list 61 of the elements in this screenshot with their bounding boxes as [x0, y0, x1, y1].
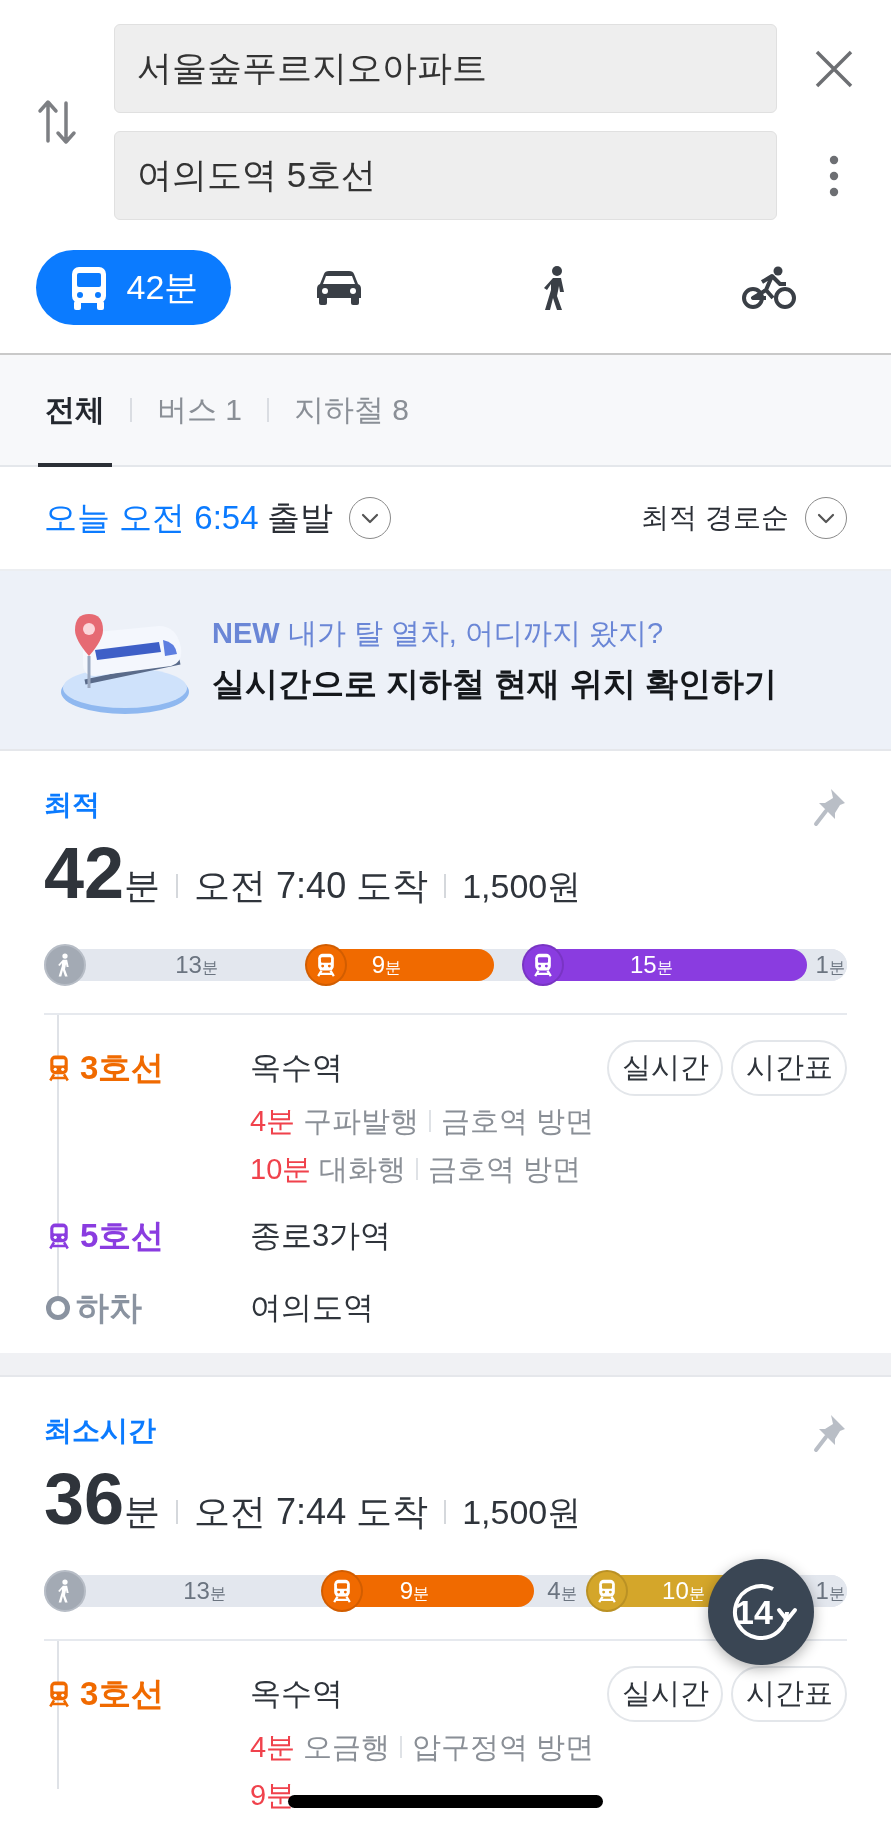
schedule-button[interactable]: 실시간: [607, 1666, 723, 1722]
train-direction: 금호역 방면: [428, 1152, 582, 1187]
arrival-time: 오전 7:40 도착: [194, 864, 429, 908]
sort-label[interactable]: 최적 경로순: [641, 497, 789, 539]
segment-duration: 9분: [371, 950, 402, 980]
schedule-button[interactable]: 시간표: [731, 1040, 847, 1096]
more-icon[interactable]: [829, 154, 839, 197]
walking-person-icon: [44, 1570, 86, 1612]
bus-mode-tab[interactable]: 42분: [36, 250, 231, 325]
train-destination: 구파발행: [303, 1104, 420, 1139]
alight-label: 하차: [76, 1288, 142, 1329]
segment-duration: 4분: [547, 1576, 577, 1606]
car-icon: [315, 269, 362, 306]
cyclist-icon: [742, 265, 797, 310]
route-duration: 42분: [44, 837, 161, 909]
train-destination: 대화행: [319, 1152, 407, 1187]
destination-field[interactable]: 여의도역 5호선: [114, 131, 777, 220]
arrival-countdown: 10분: [250, 1152, 312, 1187]
walking-person-icon: [542, 264, 566, 311]
walking-person-icon: [44, 944, 86, 986]
segment-duration: 9분: [399, 1576, 431, 1606]
fare: 1,500원: [462, 1492, 582, 1533]
banner-title: 실시간으로 지하철 현재 위치 확인하기: [212, 664, 777, 704]
close-icon[interactable]: [814, 48, 854, 89]
schedule-button[interactable]: 실시간: [607, 1040, 723, 1096]
segment-duration: 1분: [815, 950, 846, 980]
route-tag: 최소시간: [44, 1413, 156, 1449]
segment-duration: 13분: [174, 950, 218, 980]
filter-tab[interactable]: 전체: [38, 355, 112, 467]
train-destination: 오금행: [303, 1730, 391, 1765]
refresh-button[interactable]: 14: [708, 1559, 814, 1665]
arrival-countdown: 9분: [250, 1778, 296, 1813]
arrival-countdown: 4분: [250, 1730, 296, 1765]
route-duration: 36분: [44, 1463, 161, 1535]
route-tag: 최적: [44, 787, 100, 823]
swap-icon[interactable]: [36, 97, 78, 147]
schedule-button[interactable]: 시간표: [731, 1666, 847, 1722]
origin-field[interactable]: 서울숲푸르지오아파트: [114, 24, 777, 113]
banner-subtitle: NEW 내가 탈 열차, 어디까지 왔지?: [212, 615, 665, 651]
departure-time[interactable]: 오늘 오전 6:54: [44, 493, 259, 543]
station-name: 여의도역: [250, 1288, 374, 1327]
arrival-time: 오전 7:44 도착: [194, 1490, 429, 1534]
station-name: 옥수역: [250, 1674, 343, 1713]
segment-duration: 13분: [182, 1576, 226, 1606]
station-name: 옥수역: [250, 1048, 343, 1087]
departure-label: 출발: [266, 498, 333, 539]
train-direction: 압구정역 방면: [412, 1730, 595, 1765]
line-name: 3호선: [80, 1048, 165, 1089]
fare: 1,500원: [462, 866, 582, 907]
line-name: 5호선: [80, 1216, 165, 1257]
dropdown-button[interactable]: [348, 497, 391, 539]
segment-duration: 15분: [629, 950, 674, 980]
train-direction: 금호역 방면: [441, 1104, 595, 1139]
arrival-countdown: 4분: [250, 1104, 296, 1139]
dropdown-button[interactable]: [805, 497, 847, 539]
station-name: 종로3가역: [250, 1216, 392, 1255]
segment-duration: 1분: [815, 1576, 846, 1606]
promo-banner[interactable]: NEW 내가 탈 열차, 어디까지 왔지? 실시간으로 지하철 현재 위치 확인하기: [0, 571, 891, 749]
stop-marker-icon: [46, 1296, 70, 1320]
line-name: 3호선: [80, 1674, 165, 1715]
segment-duration: 10분: [662, 1576, 706, 1606]
